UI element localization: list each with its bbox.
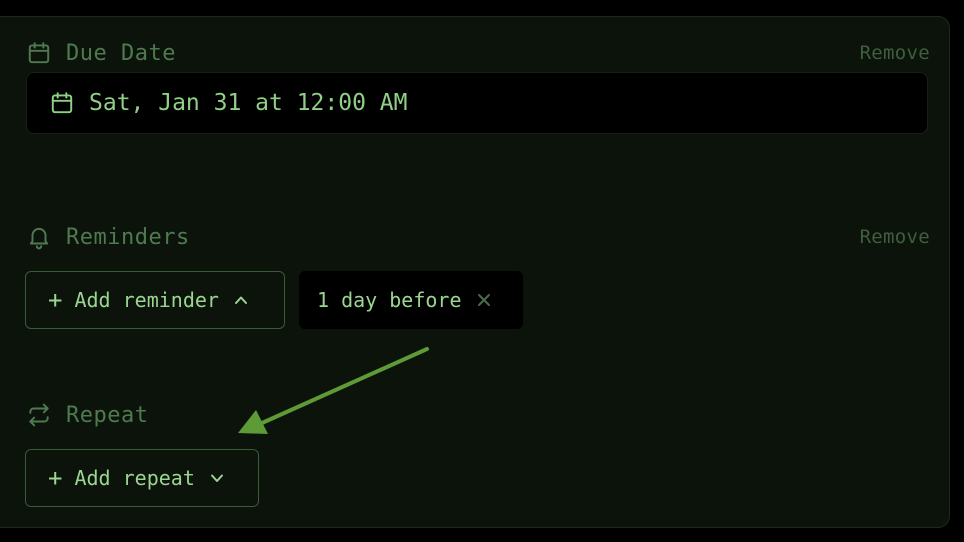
annotation-arrow [238, 347, 429, 434]
